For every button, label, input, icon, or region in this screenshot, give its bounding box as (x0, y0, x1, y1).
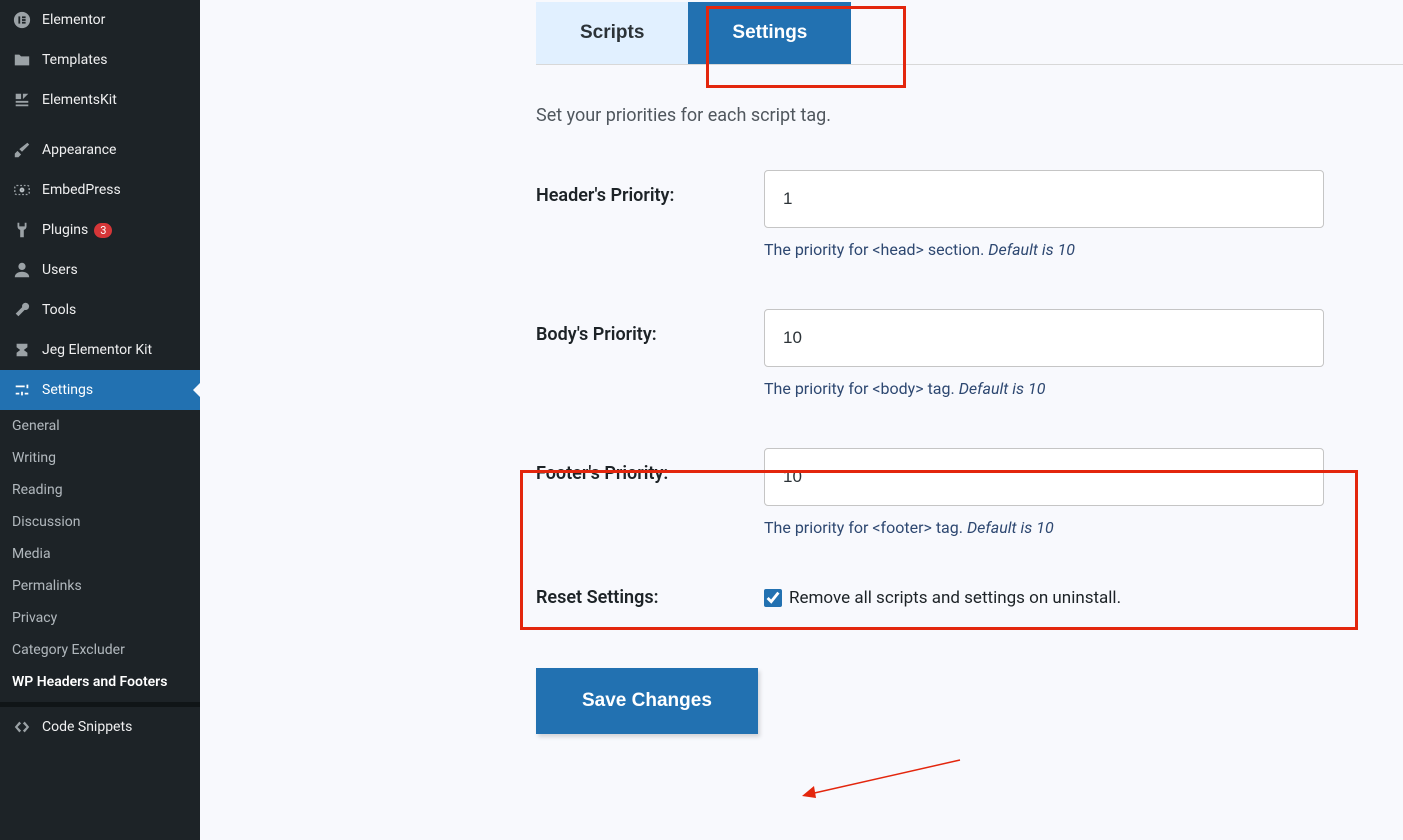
tabs: Scripts Settings (536, 0, 1403, 65)
header-priority-description: The priority for <head> section. Default… (764, 240, 1324, 259)
brush-icon (12, 140, 32, 160)
sidebar-item-label: Code Snippets (42, 719, 132, 735)
sidebar-item-label: ElementsKit (42, 92, 117, 108)
sidebar-item-elementor[interactable]: Elementor (0, 0, 200, 40)
tab-scripts[interactable]: Scripts (536, 2, 688, 64)
sidebar-item-label: Elementor (42, 12, 105, 28)
jeg-icon (12, 340, 32, 360)
user-icon (12, 260, 32, 280)
embedpress-icon (12, 180, 32, 200)
body-priority-label: Body's Priority: (536, 309, 764, 345)
row-footer-priority: Footer's Priority: The priority for <foo… (536, 448, 1403, 537)
subitem-discussion[interactable]: Discussion (0, 506, 200, 538)
plugins-badge: 3 (94, 223, 112, 238)
reset-checkbox-label: Remove all scripts and settings on unins… (789, 588, 1121, 608)
elementskit-icon (12, 90, 32, 110)
wrench-icon (12, 300, 32, 320)
save-changes-button[interactable]: Save Changes (536, 668, 758, 734)
subitem-media[interactable]: Media (0, 538, 200, 570)
sidebar-item-plugins[interactable]: Plugins 3 (0, 210, 200, 250)
sidebar-item-label: Plugins (42, 222, 88, 238)
plug-icon (12, 220, 32, 240)
row-reset-settings: Reset Settings: Remove all scripts and s… (536, 587, 1403, 608)
sidebar-item-label: Jeg Elementor Kit (42, 342, 152, 358)
sliders-icon (12, 380, 32, 400)
sidebar-item-label: Settings (42, 382, 93, 398)
sidebar-item-label: Tools (42, 302, 76, 318)
subitem-general[interactable]: General (0, 410, 200, 442)
reset-checkbox-wrap[interactable]: Remove all scripts and settings on unins… (764, 588, 1121, 608)
admin-sidebar: Elementor Templates ElementsKit Appearan… (0, 0, 200, 840)
footer-priority-input[interactable] (764, 448, 1324, 506)
body-priority-description: The priority for <body> tag. Default is … (764, 379, 1324, 398)
header-priority-label: Header's Priority: (536, 170, 764, 206)
main-content: Scripts Settings Set your priorities for… (200, 0, 1403, 840)
header-priority-input[interactable] (764, 170, 1324, 228)
code-icon (12, 717, 32, 737)
subitem-privacy[interactable]: Privacy (0, 602, 200, 634)
sidebar-item-jeg[interactable]: Jeg Elementor Kit (0, 330, 200, 370)
subitem-permalinks[interactable]: Permalinks (0, 570, 200, 602)
sidebar-item-users[interactable]: Users (0, 250, 200, 290)
subitem-wp-headers-footers[interactable]: WP Headers and Footers (0, 666, 200, 698)
sidebar-item-appearance[interactable]: Appearance (0, 130, 200, 170)
folder-icon (12, 50, 32, 70)
row-header-priority: Header's Priority: The priority for <hea… (536, 170, 1403, 259)
elementor-icon (12, 10, 32, 30)
sidebar-item-embedpress[interactable]: EmbedPress (0, 170, 200, 210)
sidebar-item-label: EmbedPress (42, 182, 121, 198)
footer-priority-label: Footer's Priority: (536, 448, 764, 484)
sidebar-item-label: Users (42, 262, 78, 278)
reset-settings-label: Reset Settings: (536, 587, 764, 608)
sidebar-item-label: Appearance (42, 142, 116, 158)
sidebar-item-elementskit[interactable]: ElementsKit (0, 80, 200, 120)
sidebar-item-code-snippets[interactable]: Code Snippets (0, 707, 200, 747)
subitem-writing[interactable]: Writing (0, 442, 200, 474)
tab-settings[interactable]: Settings (688, 2, 851, 64)
subitem-reading[interactable]: Reading (0, 474, 200, 506)
row-body-priority: Body's Priority: The priority for <body>… (536, 309, 1403, 398)
settings-submenu: General Writing Reading Discussion Media… (0, 410, 200, 698)
sidebar-item-label: Templates (42, 52, 108, 68)
intro-text: Set your priorities for each script tag. (536, 105, 1403, 126)
reset-checkbox[interactable] (764, 589, 782, 607)
sidebar-item-templates[interactable]: Templates (0, 40, 200, 80)
subitem-category-excluder[interactable]: Category Excluder (0, 634, 200, 666)
footer-priority-description: The priority for <footer> tag. Default i… (764, 518, 1324, 537)
annotation-arrow (800, 754, 970, 804)
body-priority-input[interactable] (764, 309, 1324, 367)
sidebar-item-tools[interactable]: Tools (0, 290, 200, 330)
sidebar-item-settings[interactable]: Settings (0, 370, 200, 410)
